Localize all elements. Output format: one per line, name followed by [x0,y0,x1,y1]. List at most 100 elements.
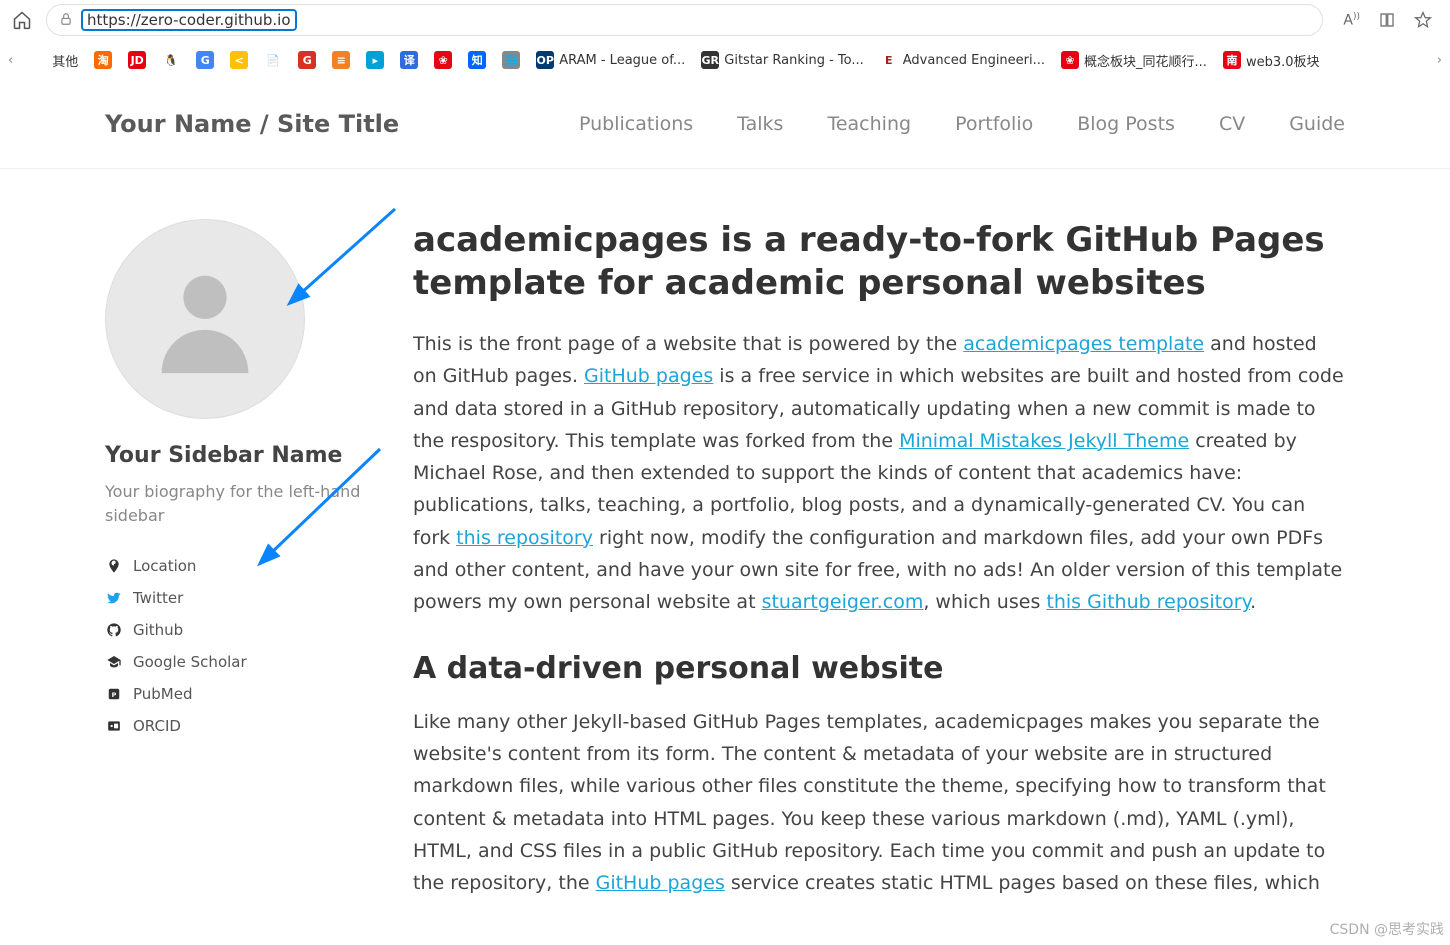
link-stuartgeiger[interactable]: stuartgeiger.com [762,591,924,613]
read-aloud-icon[interactable]: A)) [1343,12,1360,29]
bookmark-item[interactable]: 南 web3.0板块 [1223,51,1320,70]
bookmark-item[interactable]: G [298,51,316,69]
nav-item-talks[interactable]: Talks [737,113,783,135]
svg-text:P: P [112,691,117,699]
bookmark-item[interactable]: E Advanced Engineeri... [880,51,1045,69]
sidebar-link-label: Location [133,557,196,575]
bookmark-favicon: 淘 [94,51,112,69]
sidebar-link-label: Github [133,621,183,639]
bookmark-item[interactable]: ≡ [332,51,350,69]
link-minimal-mistakes[interactable]: Minimal Mistakes Jekyll Theme [899,430,1189,452]
bookmark-favicon: 南 [1223,51,1241,69]
nav-item-publications[interactable]: Publications [579,113,693,135]
site-title[interactable]: Your Name / Site Title [105,110,399,138]
pin-icon [105,557,123,575]
bookmark-item[interactable]: G [196,51,214,69]
intro-paragraph: This is the front page of a website that… [413,328,1345,619]
bookmark-label: web3.0板块 [1246,51,1320,70]
sidebar-link-pubmed[interactable]: P PubMed [105,678,365,710]
bookmark-bar: ‹ 其他淘 JD 🐧 G < 📄 G ≡ ▸ 译 ❀ 知 🌐 OP ARAM - League of... G… [0,40,1450,80]
bookmark-item[interactable]: 知 [468,51,486,69]
twitter-icon [105,589,123,607]
home-button[interactable] [8,6,36,34]
bookmark-favicon: 🐧 [162,51,180,69]
sidebar: Your Sidebar Name Your biography for the… [105,219,365,919]
chevron-right-icon[interactable]: › [1437,53,1442,68]
main-content: academicpages is a ready-to-fork GitHub … [413,219,1345,919]
sidebar-link-orcid[interactable]: ORCID [105,710,365,742]
bookmark-favicon: JD [128,51,146,69]
sidebar-link-label: Google Scholar [133,653,247,671]
scholar-icon [105,653,123,671]
browser-toolbar: https://zero-coder.github.io A)) [0,0,1450,40]
bookmark-favicon: G [196,51,214,69]
sidebar-links: Location Twitter Github Google Scholar P PubM… [105,550,365,742]
bookmark-item[interactable]: JD [128,51,146,69]
link-this-repository[interactable]: this repository [456,527,593,549]
nav-item-guide[interactable]: Guide [1289,113,1345,135]
bookmark-favicon: E [880,51,898,69]
bookmark-favicon: 🌐 [502,51,520,69]
favorite-icon[interactable] [1414,11,1432,29]
sidebar-link-label: PubMed [133,685,193,703]
nav-item-cv[interactable]: CV [1219,113,1245,135]
nav-item-teaching[interactable]: Teaching [827,113,911,135]
sidebar-link-twitter[interactable]: Twitter [105,582,365,614]
nav-item-blog-posts[interactable]: Blog Posts [1077,113,1175,135]
bookmark-favicon: 📄 [264,51,282,69]
bookmark-item[interactable]: OP ARAM - League of... [536,51,685,69]
bookmark-favicon: < [230,51,248,69]
bookmark-item[interactable]: GR Gitstar Ranking - To... [701,51,864,69]
bookmark-favicon: G [298,51,316,69]
link-academicpages-template[interactable]: academicpages template [963,333,1204,355]
bookmark-label: Advanced Engineeri... [903,53,1045,68]
chevron-left-icon[interactable]: ‹ [8,53,13,68]
github-icon [105,621,123,639]
sidebar-bio: Your biography for the left-hand sidebar [105,480,365,528]
page-title: academicpages is a ready-to-fork GitHub … [413,219,1345,304]
bookmark-favicon: ≡ [332,51,350,69]
pubmed-icon: P [105,685,123,703]
bookmark-item[interactable]: 译 [400,51,418,69]
url-bar[interactable]: https://zero-coder.github.io [46,4,1323,36]
site-nav: Publications Talks Teaching Portfolio Blog P… [579,113,1345,135]
site-header: Your Name / Site Title Publications Talks… [0,80,1450,169]
bookmark-favicon: ▸ [366,51,384,69]
bookmark-label: 其他 [52,51,78,70]
body-paragraph: Like many other Jekyll-based GitHub Page… [413,706,1345,900]
bookmark-favicon: 知 [468,51,486,69]
bookmark-favicon: ❀ [434,51,452,69]
link-github-pages-2[interactable]: GitHub pages [596,872,725,894]
bookmark-item[interactable]: 其他 [29,51,78,70]
sidebar-link-location[interactable]: Location [105,550,365,582]
bookmark-item[interactable]: 淘 [94,51,112,69]
sidebar-link-google-scholar[interactable]: Google Scholar [105,646,365,678]
reading-icon[interactable] [1378,11,1396,29]
bookmark-item[interactable]: 🐧 [162,51,180,69]
section-heading: A data-driven personal website [413,651,1345,686]
bookmark-favicon [29,51,47,69]
sidebar-link-label: Twitter [133,589,183,607]
sidebar-link-github[interactable]: Github [105,614,365,646]
url-text[interactable]: https://zero-coder.github.io [81,9,297,31]
bookmark-item[interactable]: 📄 [264,51,282,69]
bookmark-label: Gitstar Ranking - To... [724,53,864,68]
bookmark-favicon: OP [536,51,554,69]
nav-item-portfolio[interactable]: Portfolio [955,113,1033,135]
lock-icon [59,11,73,30]
home-icon [12,10,32,30]
watermark: CSDN @思考实践 [1330,919,1444,939]
avatar [105,219,305,419]
bookmark-item[interactable]: 🌐 [502,51,520,69]
bookmark-item[interactable]: < [230,51,248,69]
link-this-github-repository[interactable]: this Github repository [1046,591,1250,613]
bookmark-item[interactable]: ▸ [366,51,384,69]
browser-actions: A)) [1333,11,1442,29]
bookmark-item[interactable]: ❀概念板块_同花顺行... [1061,51,1207,70]
orcid-icon [105,717,123,735]
person-icon [140,254,270,384]
bookmark-item[interactable]: ❀ [434,51,452,69]
bookmark-favicon: GR [701,51,719,69]
link-github-pages[interactable]: GitHub pages [584,365,713,387]
bookmark-label: ARAM - League of... [559,53,685,68]
